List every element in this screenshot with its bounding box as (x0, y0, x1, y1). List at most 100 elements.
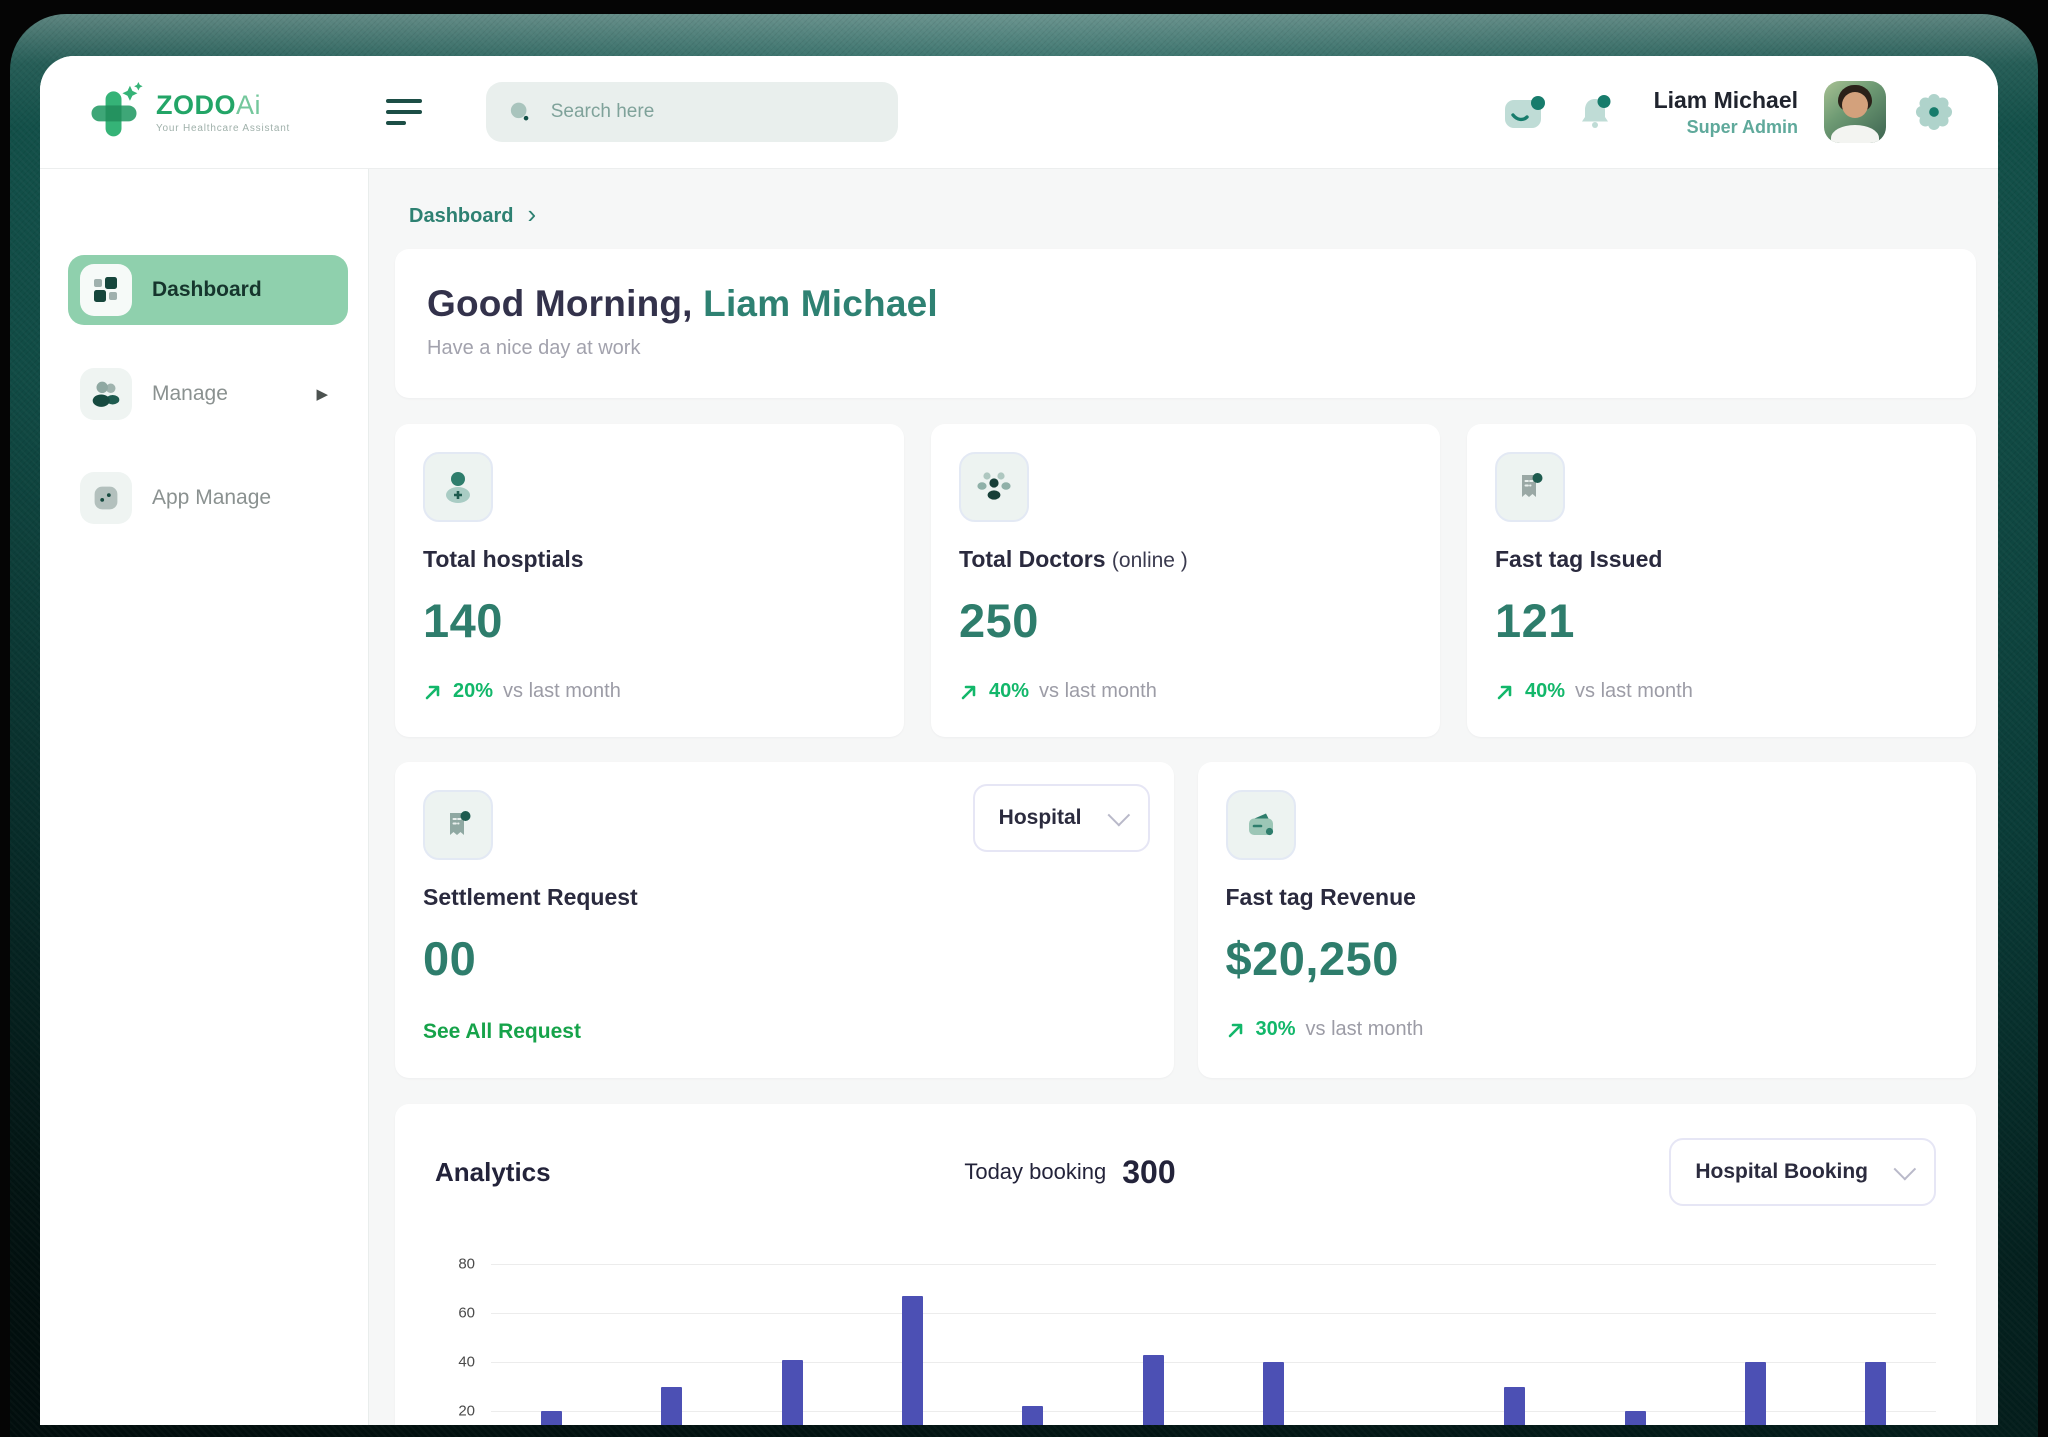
chart-bar-jan[interactable] (541, 1411, 562, 1425)
header-actions: Liam Michael Super Admin (1502, 81, 1956, 143)
brand-cross-icon (84, 82, 144, 142)
settlement-title: Settlement Request (423, 884, 1146, 911)
analytics-title: Analytics (435, 1157, 551, 1188)
notifications-button[interactable] (1574, 91, 1620, 133)
chart-bar-feb[interactable] (661, 1387, 682, 1426)
settlement-request-card: Hospital Settlement Request 00 See All R… (395, 762, 1174, 1078)
greeting-title: Good Morning, Liam Michael (427, 283, 1944, 325)
chart-bar-column (1575, 1264, 1695, 1425)
greeting-card: Good Morning, Liam Michael Have a nice d… (395, 249, 1976, 398)
revenue-delta: 30%vs last month (1226, 1018, 1949, 1041)
header: ZODOAi Your Healthcare Assistant (40, 56, 1998, 169)
brand-logo: ZODOAi Your Healthcare Assistant (84, 82, 290, 142)
stat-title: Total hosptials (423, 546, 876, 573)
fast-tag-revenue-card: Fast tag Revenue $20,250 30%vs last mont… (1198, 762, 1977, 1078)
chart-bar-dec[interactable] (1865, 1362, 1886, 1425)
hospital-person-icon (423, 452, 493, 522)
chart-bar-jun[interactable] (1143, 1355, 1164, 1425)
secondary-row: Hospital Settlement Request 00 See All R… (395, 762, 1976, 1078)
stat-card-fast-tag-issued: Fast tag Issued 121 40%vs last month (1467, 424, 1976, 737)
search-bar[interactable] (486, 82, 898, 142)
brand-name: ZODOAi (156, 90, 290, 121)
hospital-booking-filter-select[interactable]: Hospital Booking (1669, 1138, 1936, 1206)
chart-y-tick-label: 20 (458, 1403, 475, 1420)
chart-bar-column (1816, 1264, 1936, 1425)
stat-value: 140 (423, 593, 876, 648)
chart-bar-mar[interactable] (782, 1360, 803, 1425)
chart-bar-oct[interactable] (1625, 1411, 1646, 1425)
user-role: Super Admin (1654, 117, 1798, 138)
revenue-value: $20,250 (1226, 931, 1949, 986)
search-input[interactable] (549, 100, 876, 124)
breadcrumb-current[interactable]: Dashboard (409, 205, 513, 228)
sidebar-item-dashboard[interactable]: Dashboard (68, 255, 348, 325)
brand-tagline: Your Healthcare Assistant (156, 123, 290, 134)
user-info: Liam Michael Super Admin (1654, 87, 1798, 138)
settlement-value: 00 (423, 931, 1146, 986)
see-all-request-link[interactable]: See All Request (423, 1020, 581, 1044)
chart-y-tick-label: 40 (458, 1354, 475, 1371)
main-content: Dashboard › Good Morning, Liam Michael H… (369, 169, 1998, 1425)
sidebar-item-manage[interactable]: Manage ▶ (68, 359, 348, 429)
chart-bar-nov[interactable] (1745, 1362, 1766, 1425)
revenue-title: Fast tag Revenue (1226, 884, 1949, 911)
search-icon (508, 98, 533, 126)
chart-y-tick-label: 80 (458, 1256, 475, 1273)
app-manage-icon (80, 472, 132, 524)
greeting-subtitle: Have a nice day at work (427, 337, 1944, 360)
sidebar-item-app-manage[interactable]: App Manage (68, 463, 348, 533)
chart-bar-column (1454, 1264, 1574, 1425)
user-name: Liam Michael (1654, 87, 1798, 114)
chart-bar-column (1695, 1264, 1815, 1425)
chart-bar-column (611, 1264, 731, 1425)
stat-delta: 40%vs last month (1495, 680, 1948, 703)
chart-bar-column (973, 1264, 1093, 1425)
chart-bar-column (732, 1264, 852, 1425)
chart-y-axis: 020406080 (435, 1264, 491, 1425)
sidebar: Dashboard Manage ▶ (40, 169, 369, 1425)
chart-bar-may[interactable] (1022, 1406, 1043, 1425)
stat-title: Total Doctors (online ) (959, 546, 1412, 573)
analytics-header: Analytics Today booking 300 Hospital Boo… (435, 1138, 1936, 1206)
sidebar-item-label: Manage (152, 382, 228, 406)
greeting-user-name: Liam Michael (703, 283, 938, 324)
chart-bars (491, 1264, 1936, 1425)
today-booking-value: 300 (1122, 1154, 1175, 1191)
wallet-icon (1226, 790, 1296, 860)
stat-title: Fast tag Issued (1495, 546, 1948, 573)
message-icon (1502, 91, 1548, 133)
stat-delta: 40%vs last month (959, 680, 1412, 703)
chart-bar-jul[interactable] (1263, 1362, 1284, 1425)
stat-card-total-hospitals: Total hosptials 140 20%vs last month (395, 424, 904, 737)
people-icon (80, 368, 132, 420)
avatar[interactable] (1824, 81, 1886, 143)
doctors-group-icon (959, 452, 1029, 522)
chart-plot (491, 1264, 1936, 1425)
analytics-card: Analytics Today booking 300 Hospital Boo… (395, 1104, 1976, 1425)
stat-delta: 20%vs last month (423, 680, 876, 703)
stat-value: 250 (959, 593, 1412, 648)
bell-icon (1574, 91, 1620, 133)
breadcrumb[interactable]: Dashboard › (409, 203, 1976, 229)
receipt-icon (423, 790, 493, 860)
chart-bar-apr[interactable] (902, 1296, 923, 1425)
submenu-arrow-icon: ▶ (316, 385, 336, 403)
breadcrumb-chevron-icon: › (527, 201, 536, 227)
stat-value: 121 (1495, 593, 1948, 648)
chart-bar-column (491, 1264, 611, 1425)
settings-gear-icon[interactable] (1912, 90, 1956, 134)
stat-card-total-doctors: Total Doctors (online ) 250 40%vs last m… (931, 424, 1440, 737)
chart-bar-sep[interactable] (1504, 1387, 1525, 1426)
chart-bar-column (852, 1264, 972, 1425)
trend-up-icon (959, 682, 979, 702)
dashboard-grid-icon (80, 264, 132, 316)
stats-row: Total hosptials 140 20%vs last month (395, 424, 1976, 737)
messages-button[interactable] (1502, 91, 1548, 133)
trend-up-icon (1226, 1020, 1246, 1040)
menu-toggle-button[interactable] (386, 95, 426, 129)
chart-bar-column (1214, 1264, 1334, 1425)
app-window: ZODOAi Your Healthcare Assistant (40, 56, 1998, 1425)
sidebar-item-label: Dashboard (152, 278, 262, 302)
hospital-filter-select[interactable]: Hospital (973, 784, 1150, 852)
sidebar-item-label: App Manage (152, 486, 271, 510)
